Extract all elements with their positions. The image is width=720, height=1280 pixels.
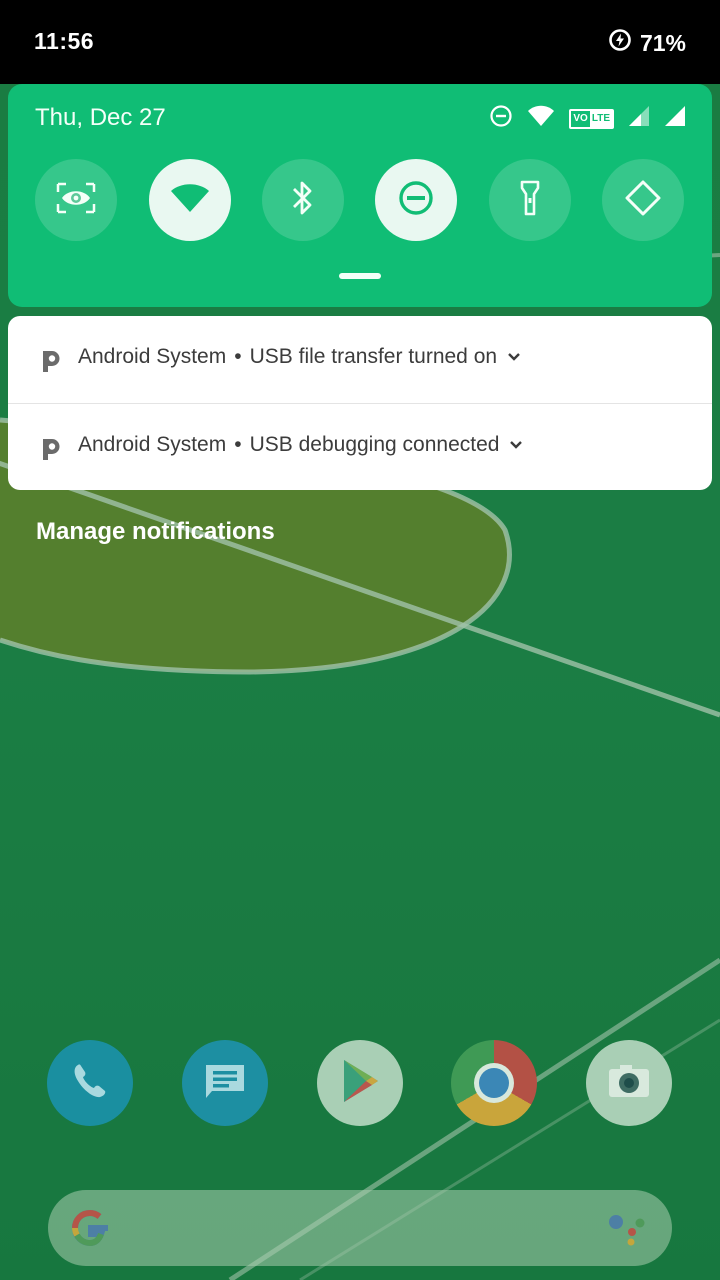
quick-settings-panel: Thu, Dec 27 VO LTE	[8, 84, 712, 307]
notification-card: Android System • USB file transfer turne…	[8, 316, 712, 490]
messages-app[interactable]	[182, 1040, 268, 1126]
notification-title: USB file transfer turned on	[249, 345, 498, 368]
volte-lte: LTE	[589, 110, 612, 127]
bluetooth-tile[interactable]	[262, 159, 344, 241]
notification-usb-debugging[interactable]: Android System • USB debugging connected	[8, 404, 712, 490]
phone-app[interactable]	[47, 1040, 133, 1126]
status-time: 11:56	[34, 28, 95, 54]
google-icon	[68, 1206, 112, 1255]
messages-icon	[202, 1061, 248, 1106]
notification-separator: •	[234, 345, 242, 368]
qs-expand-handle[interactable]	[339, 273, 381, 279]
notification-usb-file-transfer[interactable]: Android System • USB file transfer turne…	[8, 316, 712, 403]
qs-status-icons: VO LTE	[489, 104, 686, 133]
chevron-down-icon[interactable]	[507, 352, 521, 362]
home-dock	[0, 1040, 720, 1130]
android-system-icon	[40, 348, 62, 379]
signal-icon	[628, 105, 650, 132]
play-store-app[interactable]	[317, 1040, 403, 1126]
phone-icon	[68, 1059, 112, 1108]
chrome-icon	[474, 1063, 514, 1103]
status-right: 71%	[608, 28, 686, 58]
wifi-tile[interactable]	[149, 159, 231, 241]
assistant-icon[interactable]	[606, 1210, 646, 1251]
volte-icon: VO LTE	[569, 108, 614, 129]
volte-vo: VO	[573, 112, 588, 124]
battery-percent: 71%	[639, 29, 686, 56]
do-not-disturb-tile[interactable]	[375, 159, 457, 241]
notification-app-name: Android System	[78, 433, 227, 456]
flashlight-icon	[519, 179, 541, 222]
auto-rotate-tile[interactable]	[602, 159, 684, 241]
rotate-icon	[623, 178, 663, 223]
chrome-app[interactable]	[451, 1040, 537, 1126]
notification-text: Android System • USB debugging connected	[78, 433, 523, 457]
qs-date[interactable]: Thu, Dec 27	[35, 104, 166, 132]
eye-icon	[56, 182, 96, 219]
bluetooth-icon	[290, 179, 316, 222]
android-system-icon	[40, 436, 62, 467]
notification-app-name: Android System	[78, 345, 227, 368]
screen-cast-tile[interactable]	[35, 159, 117, 241]
signal-icon	[664, 105, 686, 132]
wifi-icon	[170, 183, 210, 218]
play-store-icon	[338, 1057, 382, 1110]
manage-notifications-button[interactable]: Manage notifications	[36, 518, 275, 546]
flashlight-tile[interactable]	[489, 159, 571, 241]
data-saver-icon	[608, 28, 632, 58]
camera-icon	[606, 1062, 652, 1105]
chevron-down-icon[interactable]	[509, 440, 523, 450]
do-not-disturb-icon	[489, 104, 513, 133]
google-search-bar[interactable]	[48, 1190, 672, 1266]
do-not-disturb-icon	[397, 179, 435, 222]
notification-text: Android System • USB file transfer turne…	[78, 345, 521, 369]
notification-title: USB debugging connected	[249, 433, 500, 456]
wifi-icon	[527, 105, 555, 132]
status-bar: 11:56 71%	[0, 0, 720, 84]
notification-separator: •	[234, 433, 242, 456]
camera-app[interactable]	[586, 1040, 672, 1126]
